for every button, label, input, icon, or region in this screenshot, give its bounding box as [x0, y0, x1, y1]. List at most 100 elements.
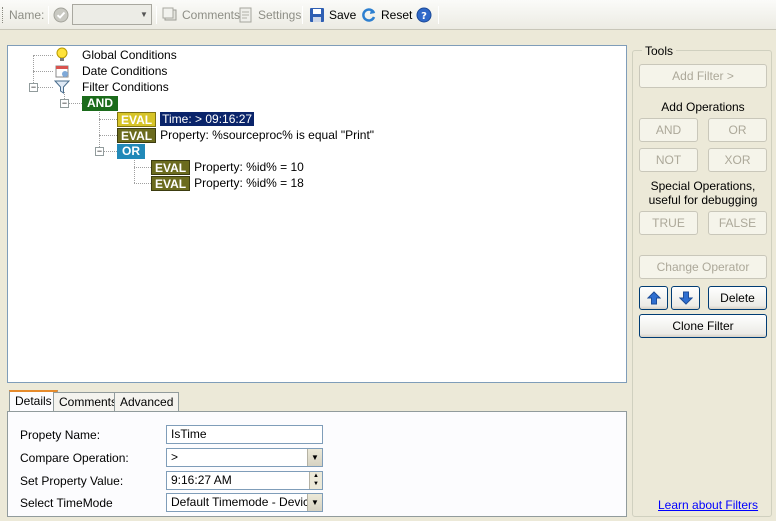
set-property-value: 9:16:27 AM	[171, 473, 232, 487]
comments-button[interactable]: Comments	[162, 0, 240, 30]
help-button[interactable]: ?	[416, 0, 436, 30]
and-button[interactable]: AND	[639, 118, 698, 142]
tree-label: Date Conditions	[82, 64, 168, 78]
not-button[interactable]: NOT	[639, 148, 698, 172]
tree-item-id18[interactable]: EVAL Property: %id% = 18	[151, 175, 304, 191]
learn-about-filters-link[interactable]: Learn about Filters	[658, 498, 758, 512]
clone-filter-button[interactable]: Clone Filter	[639, 314, 767, 338]
name-label-wrap: Name:	[9, 0, 44, 30]
true-button[interactable]: TRUE	[639, 211, 698, 235]
collapse-toggle[interactable]: −	[60, 99, 69, 108]
special-operations-label: Special Operations, useful for debugging	[648, 179, 758, 207]
tree-line	[134, 167, 151, 168]
tree-line	[33, 55, 53, 56]
chevron-down-icon[interactable]: ▼	[307, 449, 322, 466]
tree-line	[33, 71, 53, 72]
tree-item-id10[interactable]: EVAL Property: %id% = 10	[151, 159, 304, 175]
property-name-value: IsTime	[171, 427, 207, 441]
timemode-label: Select TimeMode	[20, 496, 113, 510]
name-label: Name:	[9, 8, 45, 22]
tab-details[interactable]: Details	[9, 390, 58, 411]
tree-label: Global Conditions	[82, 48, 177, 62]
lightbulb-icon	[54, 47, 70, 63]
compare-operation-label: Compare Operation:	[20, 451, 129, 465]
move-down-button[interactable]	[671, 286, 700, 310]
chevron-down-icon[interactable]: ▼	[137, 5, 151, 24]
details-panel: Propety Name: IsTime Compare Operation: …	[7, 411, 627, 517]
svg-text:?: ?	[421, 11, 427, 22]
name-combo[interactable]: ▼	[72, 4, 152, 25]
or-button[interactable]: OR	[708, 118, 767, 142]
comments-label: Comments	[182, 8, 241, 22]
tree-item-sourceproc[interactable]: EVAL Property: %sourceproc% is equal "Pr…	[117, 127, 374, 143]
eval-badge: EVAL	[117, 111, 157, 127]
settings-icon	[238, 7, 254, 23]
toolbar-separator	[48, 6, 49, 24]
toolbar-separator	[302, 6, 303, 24]
move-up-button[interactable]	[639, 286, 668, 310]
change-operator-button[interactable]: Change Operator	[639, 255, 767, 279]
collapse-toggle[interactable]: −	[29, 83, 38, 92]
floppy-disk-icon	[309, 7, 325, 23]
arrow-up-icon	[646, 291, 661, 305]
settings-label: Settings	[258, 8, 302, 22]
tree-line	[99, 135, 117, 136]
tree-line	[99, 119, 117, 120]
toolbar-separator	[156, 6, 157, 24]
tree-label: Time: > 09:16:27	[160, 112, 255, 126]
tree-item-and[interactable]: AND	[82, 95, 122, 111]
tree-item-filter-conditions[interactable]: Filter Conditions	[53, 79, 169, 95]
settings-button[interactable]: Settings	[238, 0, 301, 30]
set-property-value-label: Set Property Value:	[20, 474, 124, 488]
toolbar: Name: ▼ Comments Settings Save Reset ?	[0, 0, 776, 30]
collapse-toggle[interactable]: −	[95, 147, 104, 156]
tab-advanced[interactable]: Advanced	[114, 392, 180, 411]
eval-badge: EVAL	[117, 127, 157, 143]
compare-operation-value: >	[171, 450, 179, 464]
tree-item-time[interactable]: EVAL Time: > 09:16:27	[117, 111, 255, 127]
check-icon[interactable]	[53, 0, 69, 30]
save-label: Save	[329, 8, 357, 22]
tree-item-date-conditions[interactable]: Date Conditions	[54, 63, 167, 79]
tree-line	[99, 109, 100, 151]
chevron-down-icon[interactable]: ▼	[307, 494, 322, 511]
toolbar-grip[interactable]	[2, 7, 5, 23]
reset-button[interactable]: Reset	[361, 0, 412, 30]
tree-item-global-conditions[interactable]: Global Conditions	[54, 47, 177, 63]
tree-line	[134, 183, 151, 184]
timemode-select[interactable]: Default Timemode - Devicere ▼	[166, 493, 323, 512]
reset-label: Reset	[381, 8, 413, 22]
set-property-value-field[interactable]: 9:16:27 AM ▲ ▼	[166, 471, 323, 490]
help-icon: ?	[416, 7, 432, 23]
eval-badge: EVAL	[151, 175, 191, 191]
funnel-icon	[53, 79, 71, 95]
property-name-field[interactable]: IsTime	[166, 425, 323, 444]
delete-button[interactable]: Delete	[708, 286, 767, 310]
spin-down-icon[interactable]: ▼	[310, 480, 322, 488]
tools-title: Tools	[642, 44, 677, 58]
tree-line	[134, 157, 135, 183]
tree-label: Filter Conditions	[82, 80, 169, 94]
save-button[interactable]: Save	[309, 0, 356, 30]
toolbar-separator	[438, 6, 439, 24]
refresh-icon	[361, 7, 377, 23]
or-badge: OR	[117, 143, 145, 159]
eval-badge: EVAL	[151, 159, 191, 175]
xor-button[interactable]: XOR	[708, 148, 767, 172]
compare-operation-select[interactable]: > ▼	[166, 448, 323, 467]
comments-icon	[162, 7, 178, 23]
tree-label: Property: %sourceproc% is equal "Print"	[160, 128, 375, 142]
spin-up-icon[interactable]: ▲	[310, 472, 322, 480]
timemode-value: Default Timemode - Devicere	[171, 495, 323, 509]
and-badge: AND	[82, 95, 118, 111]
add-filter-button[interactable]: Add Filter >	[639, 64, 767, 88]
property-name-label: Propety Name:	[20, 428, 101, 442]
tree-label: Property: %id% = 10	[194, 160, 304, 174]
arrow-down-icon	[678, 291, 693, 305]
false-button[interactable]: FALSE	[708, 211, 767, 235]
calendar-icon	[54, 63, 70, 79]
time-spinner[interactable]: ▲ ▼	[309, 472, 322, 489]
filter-tree[interactable]: − − − Global Conditions Date Conditions …	[7, 45, 627, 383]
tree-item-or[interactable]: OR	[117, 143, 149, 159]
tab-comments[interactable]: Comments	[53, 392, 124, 411]
